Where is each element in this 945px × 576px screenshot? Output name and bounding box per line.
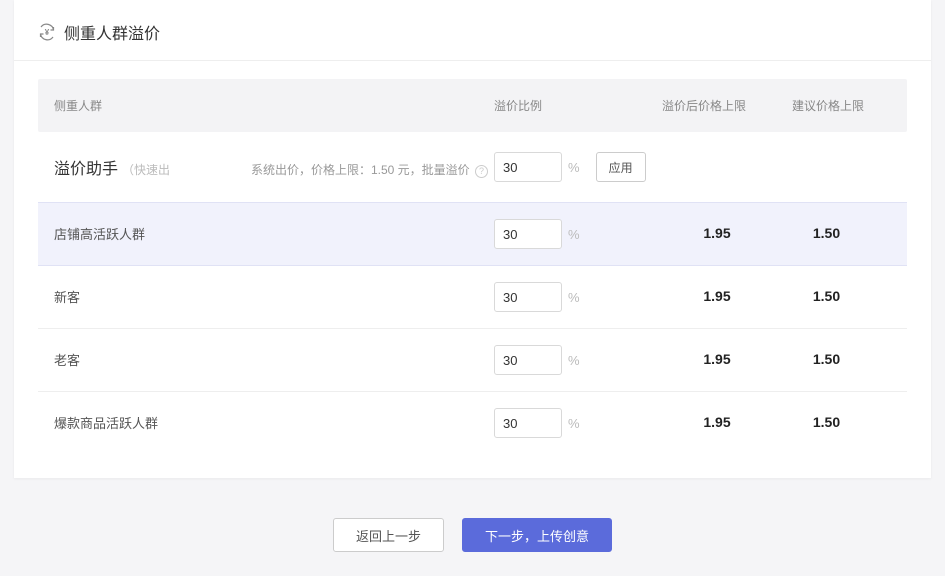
col-header-group: 侧重人群 [54, 97, 494, 114]
col-header-suggest: 建议价格上限 [792, 97, 891, 114]
suggest-price: 1.50 [813, 288, 840, 304]
after-price: 1.95 [703, 351, 730, 367]
helper-row: 溢价助手 （快速出 系统出价，价格上限：1.50 元，批量溢价 ? % 应用 [38, 132, 907, 202]
row-name: 老客 [54, 353, 80, 368]
table-row: 新客% 1.95 1.50 [38, 266, 907, 328]
helper-subtitle: （快速出 [122, 163, 170, 177]
percent-label: % [568, 290, 580, 305]
row-name: 新客 [54, 290, 80, 305]
card-title: 侧重人群溢价 [64, 20, 160, 44]
batch-ratio-input[interactable] [494, 152, 562, 182]
helper-desc: 系统出价，价格上限：1.50 元，批量溢价 ? [251, 161, 494, 178]
percent-label: % [568, 160, 580, 175]
after-price: 1.95 [703, 414, 730, 430]
card-header: ¥ 侧重人群溢价 [14, 0, 931, 61]
back-button[interactable]: 返回上一步 [333, 518, 444, 552]
table-row: 爆款商品活跃人群% 1.95 1.50 [38, 391, 907, 454]
card-body: 侧重人群 溢价比例 溢价后价格上限 建议价格上限 溢价助手 （快速出 系统出价，价… [14, 61, 931, 478]
svg-text:¥: ¥ [45, 28, 50, 37]
helper-title: 溢价助手 [54, 161, 118, 178]
ratio-input[interactable] [494, 219, 562, 249]
after-price: 1.95 [703, 225, 730, 241]
after-price: 1.95 [703, 288, 730, 304]
row-name: 爆款商品活跃人群 [54, 416, 158, 431]
table-header: 侧重人群 溢价比例 溢价后价格上限 建议价格上限 [38, 79, 907, 132]
apply-button[interactable]: 应用 [596, 152, 646, 182]
col-header-after: 溢价后价格上限 [662, 97, 792, 114]
ratio-input[interactable] [494, 345, 562, 375]
premium-table: 侧重人群 溢价比例 溢价后价格上限 建议价格上限 溢价助手 （快速出 系统出价，价… [38, 79, 907, 454]
col-header-ratio: 溢价比例 [494, 97, 662, 114]
ratio-input[interactable] [494, 282, 562, 312]
ratio-input[interactable] [494, 408, 562, 438]
table-row: 老客% 1.95 1.50 [38, 328, 907, 391]
percent-label: % [568, 353, 580, 368]
premium-card: ¥ 侧重人群溢价 侧重人群 溢价比例 溢价后价格上限 建议价格上限 溢价助手 （快… [14, 0, 931, 478]
footer-actions: 返回上一步 下一步，上传创意 [0, 478, 945, 576]
next-button[interactable]: 下一步，上传创意 [462, 518, 612, 552]
suggest-price: 1.50 [813, 225, 840, 241]
row-name: 店铺高活跃人群 [54, 227, 145, 242]
yuan-refresh-icon: ¥ [38, 23, 56, 41]
table-row: 店铺高活跃人群% 1.95 1.50 [38, 202, 907, 266]
percent-label: % [568, 227, 580, 242]
suggest-price: 1.50 [813, 414, 840, 430]
suggest-price: 1.50 [813, 351, 840, 367]
percent-label: % [568, 416, 580, 431]
help-icon[interactable]: ? [475, 165, 488, 178]
